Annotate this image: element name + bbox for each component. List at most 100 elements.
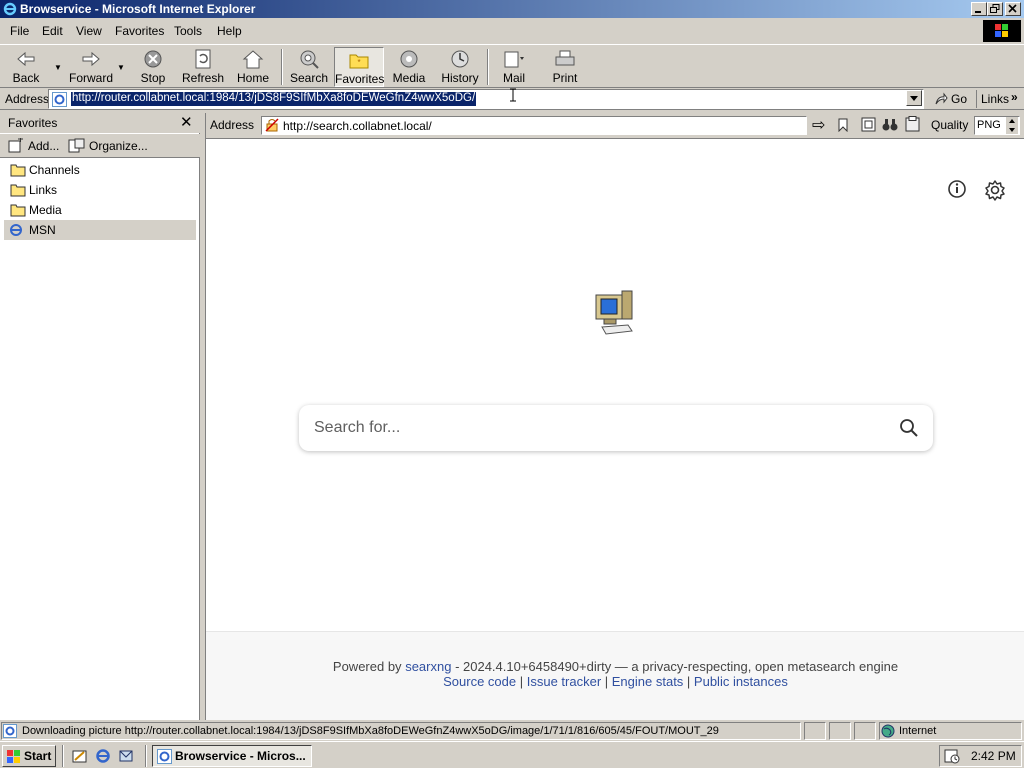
favorite-folder-links[interactable]: Links (8, 180, 196, 200)
menu-view[interactable]: View (76, 24, 102, 38)
standard-toolbar: Back ▼ Forward ▼ Stop Refresh Home Searc… (0, 44, 1024, 88)
back-arrow-icon (17, 51, 35, 67)
menu-help[interactable]: Help (217, 24, 242, 38)
windows-flag-icon (7, 750, 20, 763)
quality-select[interactable]: PNG (974, 116, 1020, 135)
favorites-button[interactable]: * Favorites (334, 47, 384, 87)
favorites-title: Favorites (8, 116, 58, 130)
search-placeholder: Search for... (314, 419, 401, 436)
scheduler-icon[interactable] (944, 748, 960, 764)
minimize-button[interactable] (971, 2, 987, 16)
print-button[interactable]: Print (545, 47, 585, 87)
folder-icon (10, 184, 26, 197)
favorites-folder-icon: * (349, 54, 369, 69)
status-panel (854, 722, 876, 740)
taskbar-window-browservice[interactable]: Browservice - Micros... (152, 745, 312, 767)
settings-gear-icon[interactable] (984, 179, 1006, 201)
add-favorite-button[interactable]: Add... (6, 138, 62, 154)
public-instances-link[interactable]: Public instances (694, 674, 788, 689)
forward-button[interactable]: Forward (66, 47, 116, 87)
favorite-folder-media[interactable]: Media (8, 200, 196, 220)
toolbar-separator (281, 49, 283, 85)
quality-spinner-icon[interactable] (1006, 117, 1018, 134)
search-input[interactable]: Search for... (299, 405, 933, 451)
organize-favorites-button[interactable]: Organize... (68, 138, 148, 154)
menu-edit[interactable]: Edit (42, 24, 63, 38)
search-button[interactable]: Search (288, 47, 330, 87)
media-icon (400, 50, 418, 68)
find-page-icon[interactable] (861, 117, 876, 132)
refresh-button[interactable]: Refresh (180, 47, 226, 87)
restore-button[interactable] (987, 2, 1003, 16)
folder-icon (10, 164, 26, 177)
taskbar-separator (62, 745, 64, 767)
ie-page-icon (3, 724, 17, 738)
history-icon (451, 50, 469, 68)
back-dropdown-icon[interactable]: ▼ (54, 63, 62, 72)
inner-url-text: http://search.collabnet.local/ (283, 119, 432, 133)
favorites-header: Favorites ✕ (0, 113, 200, 133)
stop-icon (144, 50, 162, 68)
menu-tools[interactable]: Tools (174, 24, 202, 38)
forward-arrow-icon (82, 51, 100, 67)
address-label: Address (5, 92, 50, 106)
favorite-link-msn[interactable]: MSN (4, 220, 196, 240)
source-code-link[interactable]: Source code (443, 674, 516, 689)
menu-file[interactable]: File (10, 24, 29, 38)
insecure-lock-icon (265, 118, 279, 132)
stop-button[interactable]: Stop (134, 47, 172, 87)
status-text: Downloading picture http://router.collab… (22, 725, 719, 737)
status-panel (829, 722, 851, 740)
system-tray: 2:42 PM (939, 745, 1022, 767)
favorites-pane: Favorites ✕ Add... Organize... Channels … (0, 113, 200, 720)
back-button[interactable]: Back (4, 47, 48, 87)
menu-bar: File Edit View Favorites Tools Help (0, 20, 1024, 42)
browser-content: Address http://search.collabnet.local/ ⇨… (205, 113, 1024, 720)
navigate-arrow-icon[interactable]: ⇨ (812, 115, 825, 135)
mail-button[interactable]: Mail (494, 47, 534, 87)
footer-powered-line: Powered by searxng - 2024.4.10+6458490+d… (332, 659, 899, 674)
favorite-folder-channels[interactable]: Channels (8, 160, 196, 180)
close-window-button[interactable] (1005, 2, 1021, 16)
menu-favorites[interactable]: Favorites (115, 24, 164, 38)
binoculars-icon[interactable] (882, 117, 898, 132)
refresh-icon (195, 49, 211, 69)
page-ie-icon (52, 92, 67, 107)
globe-icon (881, 724, 895, 738)
inner-address-label: Address (210, 118, 255, 132)
bookmark-icon[interactable] (837, 118, 849, 132)
home-button[interactable]: Home (233, 47, 273, 87)
clipboard-icon[interactable] (905, 116, 920, 132)
forward-dropdown-icon[interactable]: ▼ (117, 63, 125, 72)
search-icon[interactable] (899, 418, 919, 438)
inner-url-input[interactable]: http://search.collabnet.local/ (261, 116, 807, 135)
ie-page-icon (10, 224, 22, 236)
footer-links: Source code | Issue tracker | Engine sta… (443, 674, 788, 689)
window-title: Browservice - Microsoft Internet Explore… (20, 2, 256, 16)
clock: 2:42 PM (971, 749, 1016, 763)
media-button[interactable]: Media (389, 47, 429, 87)
windows-logo-icon (983, 20, 1021, 42)
issue-tracker-link[interactable]: Issue tracker (527, 674, 601, 689)
address-dropdown-button[interactable] (906, 90, 922, 106)
chevron-right-icon: » (1011, 90, 1018, 104)
close-pane-icon[interactable]: ✕ (180, 113, 193, 131)
info-icon[interactable] (947, 179, 967, 199)
taskbar-separator (145, 745, 147, 767)
searxng-link[interactable]: searxng (405, 659, 451, 674)
ie-quicklaunch-icon[interactable] (95, 748, 111, 764)
show-desktop-icon[interactable] (72, 748, 88, 764)
start-button[interactable]: Start (2, 745, 56, 767)
zone-text: Internet (899, 725, 937, 737)
home-icon (242, 50, 264, 69)
engine-stats-link[interactable]: Engine stats (612, 674, 684, 689)
outlook-express-icon[interactable] (118, 748, 134, 764)
go-button[interactable]: Go (932, 90, 972, 108)
history-button[interactable]: History (438, 47, 482, 87)
add-favorite-icon (8, 138, 23, 153)
ie-window-icon (157, 749, 172, 764)
organize-icon (68, 138, 85, 153)
folder-icon (10, 204, 26, 217)
links-button[interactable]: Links » (976, 90, 1024, 108)
address-input[interactable]: http://router.collabnet.local:1984/13/jD… (48, 89, 924, 109)
